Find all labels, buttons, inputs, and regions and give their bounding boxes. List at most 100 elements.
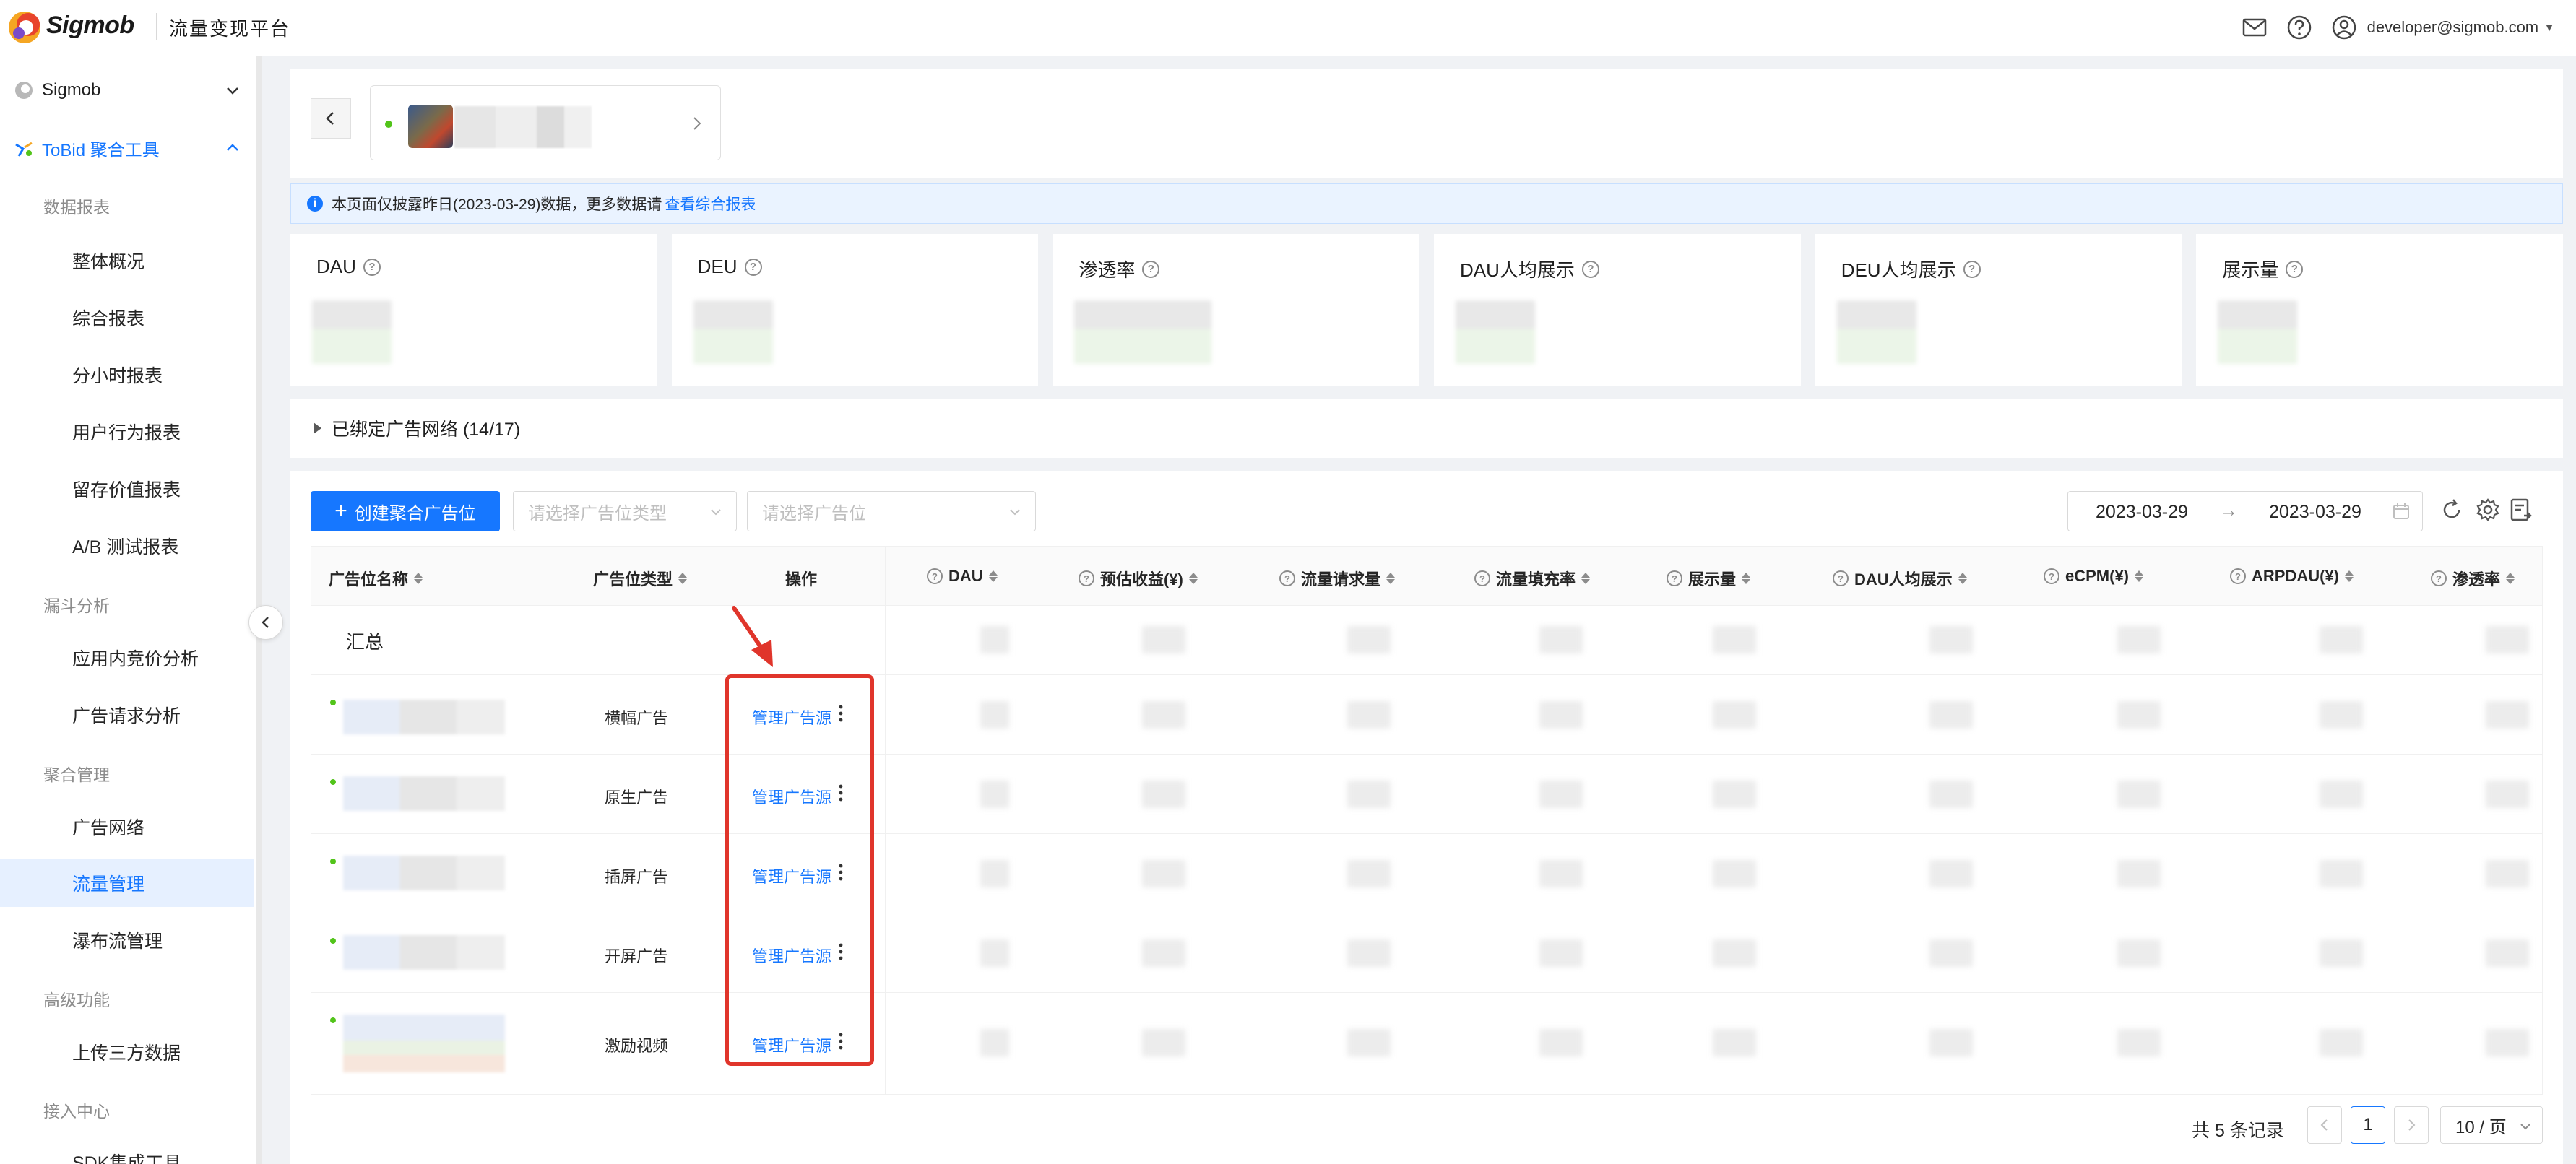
help-icon[interactable]	[2286, 14, 2312, 40]
column-header[interactable]: ? 流量填充率	[1474, 567, 1591, 590]
sidebar-group-sigmob[interactable]: Sigmob	[0, 65, 256, 116]
ad-type-select[interactable]: 请选择广告位类型	[513, 491, 737, 531]
sidebar-item-waterfall-management[interactable]: 瀑布流管理	[0, 916, 256, 964]
help-icon[interactable]: ?	[363, 258, 381, 276]
sort-icon[interactable]	[1188, 573, 1198, 584]
sort-icon[interactable]	[1742, 573, 1751, 584]
help-icon[interactable]: ?	[2431, 570, 2447, 586]
help-icon[interactable]: ?	[2230, 568, 2246, 584]
sidebar-item-in-app-bidding[interactable]: 应用内竞价分析	[0, 634, 256, 682]
sort-icon[interactable]	[2506, 573, 2515, 584]
help-icon[interactable]: ?	[2286, 260, 2304, 278]
sidebar-collapse-button[interactable]	[248, 605, 283, 640]
cell-redacted	[980, 701, 1009, 729]
calendar-icon	[2393, 503, 2409, 519]
slot-name-redacted	[343, 935, 505, 970]
user-menu-caret-icon[interactable]: ▼	[2544, 22, 2554, 33]
help-icon[interactable]: ?	[927, 568, 943, 584]
sort-icon[interactable]	[2135, 570, 2144, 582]
sidebar-group-tobid[interactable]: ToBid 聚合工具	[0, 123, 256, 173]
column-header[interactable]: ? DAU人均展示	[1833, 567, 1967, 590]
help-icon[interactable]: ?	[1667, 570, 1682, 586]
column-header[interactable]: ? 渗透率	[2431, 567, 2515, 590]
column-header[interactable]: 广告位名称	[329, 567, 423, 590]
sidebar-item-ab-test-report[interactable]: A/B 测试报表	[0, 522, 256, 570]
sidebar-item-hourly-report[interactable]: 分小时报表	[0, 351, 256, 399]
app-picker[interactable]	[370, 85, 721, 160]
metric-label: 渗透率?	[1079, 256, 1160, 282]
page-number-button[interactable]: 1	[2351, 1106, 2385, 1144]
bound-networks-collapse[interactable]: 已绑定广告网络 (14/17)	[290, 399, 2563, 458]
cell-redacted	[2117, 626, 2161, 653]
more-vertical-icon[interactable]	[837, 1032, 844, 1051]
settings-icon[interactable]	[2475, 497, 2501, 523]
date-end[interactable]: 2023-03-29	[2269, 502, 2361, 523]
sort-icon[interactable]	[414, 573, 423, 584]
sort-icon[interactable]	[1958, 573, 1967, 584]
export-icon[interactable]	[2508, 497, 2534, 523]
more-vertical-icon[interactable]	[837, 704, 844, 723]
view-report-link[interactable]: 查看综合报表	[665, 193, 756, 214]
sort-icon[interactable]	[2345, 570, 2354, 582]
help-icon[interactable]: ?	[1079, 570, 1094, 586]
user-email[interactable]: developer@sigmob.com	[2367, 18, 2539, 37]
column-header[interactable]: ? 流量请求量	[1279, 567, 1396, 590]
help-icon[interactable]: ?	[1833, 570, 1849, 586]
prev-page-button[interactable]	[2307, 1106, 2342, 1144]
metric-card-deu: DEU?	[671, 234, 1039, 386]
help-icon[interactable]: ?	[2044, 568, 2059, 584]
bound-networks-label: 已绑定广告网络 (14/17)	[332, 420, 521, 440]
column-header[interactable]: ? ARPDAU(¥)	[2230, 567, 2354, 586]
manage-ad-source-link[interactable]: 管理广告源	[752, 864, 831, 887]
sidebar-item-overview[interactable]: 整体概况	[0, 237, 256, 285]
sort-icon[interactable]	[678, 573, 688, 584]
sidebar-item-comprehensive-report[interactable]: 综合报表	[0, 294, 256, 342]
create-ad-slot-button[interactable]: + 创建聚合广告位	[311, 491, 500, 531]
help-icon[interactable]: ?	[1581, 260, 1599, 278]
cell-redacted	[1539, 939, 1583, 967]
date-start[interactable]: 2023-03-29	[2096, 502, 2188, 523]
cell-redacted	[1347, 701, 1391, 729]
sidebar: Sigmob ToBid 聚合工具 数据报表 整体概况 综合报表 分小时报表 用…	[0, 56, 262, 1164]
column-header[interactable]: 广告位类型	[593, 567, 688, 590]
help-icon[interactable]: ?	[1142, 260, 1160, 278]
more-vertical-icon[interactable]	[837, 942, 844, 961]
metric-card-impressions: 展示量?	[2196, 234, 2564, 386]
more-vertical-icon[interactable]	[837, 783, 844, 802]
sidebar-item-retention-report[interactable]: 留存价值报表	[0, 465, 256, 513]
mail-icon[interactable]	[2242, 14, 2268, 40]
sidebar-item-ad-networks[interactable]: 广告网络	[0, 803, 256, 851]
cell-redacted	[2117, 860, 2161, 887]
sort-icon[interactable]	[988, 570, 998, 582]
more-vertical-icon[interactable]	[837, 863, 844, 882]
help-icon[interactable]: ?	[1963, 260, 1981, 278]
sidebar-item-upload-third-party[interactable]: 上传三方数据	[0, 1028, 256, 1076]
column-header[interactable]: ? 展示量	[1667, 567, 1751, 590]
back-button[interactable]	[311, 98, 351, 139]
brand-name[interactable]: Sigmob	[46, 12, 134, 40]
ad-slot-select[interactable]: 请选择广告位	[747, 491, 1036, 531]
manage-ad-source-link[interactable]: 管理广告源	[752, 1033, 831, 1056]
date-range-picker[interactable]: 2023-03-29 → 2023-03-29	[2067, 491, 2423, 531]
manage-ad-source-link[interactable]: 管理广告源	[752, 705, 831, 729]
sidebar-item-ad-request-analysis[interactable]: 广告请求分析	[0, 691, 256, 739]
next-page-button[interactable]	[2394, 1106, 2429, 1144]
column-title: DAU人均展示	[1854, 570, 1953, 588]
help-icon[interactable]: ?	[1474, 570, 1490, 586]
help-icon[interactable]: ?	[1279, 570, 1295, 586]
manage-ad-source-link[interactable]: 管理广告源	[752, 785, 831, 808]
column-header[interactable]: ? 预估收益(¥)	[1079, 567, 1198, 590]
manage-ad-source-link[interactable]: 管理广告源	[752, 944, 831, 967]
page-size-select[interactable]: 10 / 页	[2440, 1106, 2543, 1144]
column-header[interactable]: ? eCPM(¥)	[2044, 567, 2144, 586]
user-avatar-icon[interactable]	[2331, 14, 2357, 40]
sidebar-item-user-behavior-report[interactable]: 用户行为报表	[0, 408, 256, 456]
column-title: 广告位名称	[329, 570, 409, 588]
refresh-icon[interactable]	[2439, 497, 2465, 523]
help-icon[interactable]: ?	[744, 258, 762, 276]
sort-icon[interactable]	[1581, 573, 1591, 584]
sidebar-item-sdk-tools[interactable]: SDK集成工具	[0, 1138, 256, 1164]
column-header[interactable]: ? DAU	[927, 567, 998, 586]
sort-icon[interactable]	[1386, 573, 1396, 584]
sidebar-item-traffic-management[interactable]: 流量管理	[0, 859, 254, 907]
